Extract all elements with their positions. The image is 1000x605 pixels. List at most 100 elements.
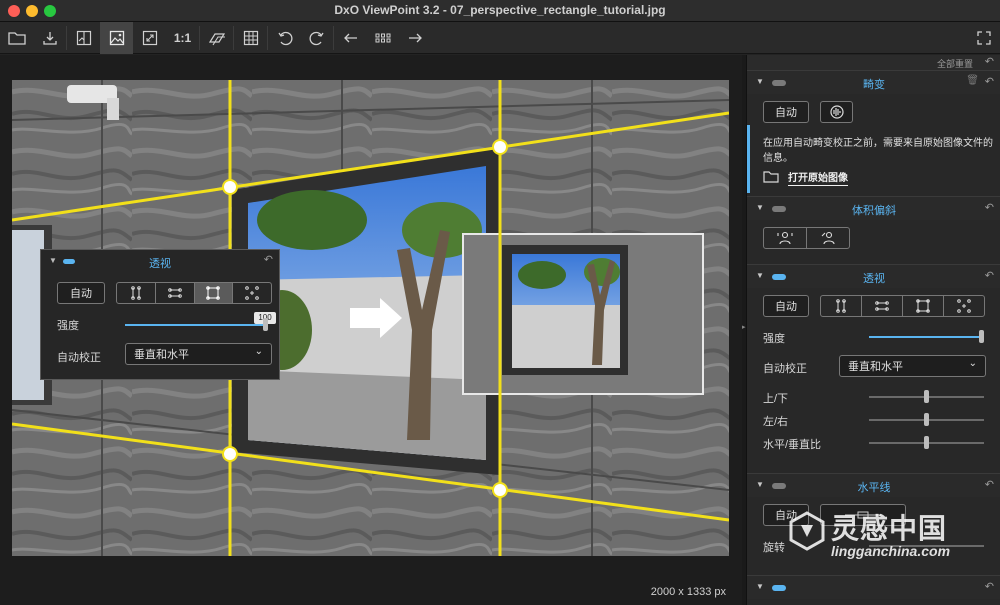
vertical-lines-icon <box>131 286 141 300</box>
waveform-icon <box>829 105 844 119</box>
left-right-knob[interactable] <box>924 413 929 426</box>
rectangle-mode-button[interactable] <box>903 296 944 316</box>
reset-all-button[interactable]: 全部重置 <box>937 57 973 70</box>
rectangle-icon <box>206 286 221 300</box>
volume-section-header[interactable]: ▼ 体积偏斜 ↶ <box>747 196 1000 220</box>
rotate-left-button[interactable] <box>268 22 301 54</box>
perspective-mode-selector <box>820 295 985 317</box>
perspective-auto-correct-value: 垂直和水平 <box>848 361 903 373</box>
ratio-label: 水平/垂直比 <box>763 439 822 451</box>
callout-mode-selector <box>116 282 272 304</box>
eight-point-mode-button[interactable] <box>233 283 271 303</box>
perspective-auto-correct-dropdown[interactable]: 垂直和水平 ⌄ <box>839 355 986 377</box>
distortion-auto-button[interactable]: 自动 <box>763 101 809 123</box>
fullscreen-icon <box>976 31 991 45</box>
vertical-lines-icon <box>836 299 846 313</box>
toolbar: 1:1 <box>0 22 1000 54</box>
fit-screen-button[interactable] <box>133 22 166 54</box>
folder-icon <box>763 171 779 183</box>
callout-auto-button[interactable]: 自动 <box>57 282 105 304</box>
export-button[interactable] <box>33 22 66 54</box>
rotate-left-icon <box>277 31 292 46</box>
reset-all-bar: 全部重置 ↶ <box>747 55 1000 70</box>
horizontal-mode-button[interactable] <box>156 283 195 303</box>
grid-button[interactable] <box>234 22 267 54</box>
before-after-button[interactable] <box>200 22 233 54</box>
horizon-section-header[interactable]: ▼ 水平线 ↶ <box>747 473 1000 497</box>
splitter-arrow-icon: ▸ <box>742 324 746 331</box>
distortion-undo-icon[interactable]: ↶ <box>985 75 994 88</box>
watermark: 灵感中国 lingganchina.com <box>787 507 987 567</box>
zoom-one-to-one-button[interactable]: 1:1 <box>166 22 199 54</box>
image-dimensions: 2000 x 1333 px <box>650 586 726 598</box>
fullscreen-button[interactable] <box>967 22 1000 54</box>
distortion-section-header[interactable]: ▼ 畸变 🗑 ↶ <box>747 70 1000 94</box>
volume-undo-icon[interactable]: ↶ <box>985 201 994 214</box>
distortion-title: 畸变 <box>863 79 885 91</box>
info-text-line-2: 信息。 <box>763 153 793 164</box>
perspective-section-header[interactable]: ▼ 透视 ↶ <box>747 264 1000 288</box>
next-section-undo-icon[interactable]: ↶ <box>985 580 994 593</box>
undo-icon: ↶ <box>263 254 273 266</box>
vertical-mode-button[interactable] <box>821 296 862 316</box>
folder-icon <box>7 32 26 45</box>
next-image-button[interactable] <box>398 22 431 54</box>
thumbnails-icon <box>375 33 390 43</box>
grid-icon <box>243 30 258 46</box>
callout-intensity-knob[interactable] <box>263 318 268 331</box>
eight-point-mode-button[interactable] <box>944 296 984 316</box>
trash-icon[interactable]: 🗑 <box>966 75 979 86</box>
rectangle-icon <box>916 299 930 313</box>
volume-mode-selector <box>763 227 850 249</box>
left-right-label: 左/右 <box>763 416 789 428</box>
fit-screen-icon <box>142 30 157 46</box>
volume-body-button[interactable] <box>807 228 849 248</box>
perspective-title: 透视 <box>863 273 885 285</box>
rectangle-mode-button[interactable] <box>194 283 234 303</box>
horizontal-lines-icon <box>167 288 182 298</box>
ratio-knob[interactable] <box>924 436 929 449</box>
eight-points-icon <box>957 299 971 313</box>
previous-icon <box>343 33 357 43</box>
chevron-down-icon: ⌄ <box>968 358 977 369</box>
callout-auto-correct-value: 垂直和水平 <box>134 349 189 361</box>
vertical-mode-button[interactable] <box>117 283 156 303</box>
eight-points-icon <box>245 286 259 300</box>
info-text-line-1: 在应用自动畸变校正之前，需要来自原始图像文件的 <box>763 138 993 149</box>
perspective-auto-button[interactable]: 自动 <box>763 295 809 317</box>
export-icon <box>42 32 57 45</box>
perspective-undo-icon[interactable]: ↶ <box>985 269 994 282</box>
horizontal-lines-icon <box>875 301 889 311</box>
reset-all-undo-icon[interactable]: ↶ <box>985 55 994 68</box>
chevron-down-icon: ⌄ <box>254 346 263 357</box>
open-original-link[interactable]: 打开原始图像 <box>788 169 848 186</box>
callout-auto-correct-dropdown[interactable]: 垂直和水平 ⌄ <box>125 343 272 365</box>
horizon-undo-icon[interactable]: ↶ <box>985 478 994 491</box>
distortion-info-text: 在应用自动畸变校正之前，需要来自原始图像文件的 信息。 <box>763 136 995 166</box>
previous-image-button[interactable] <box>334 22 367 54</box>
rotate-right-button[interactable] <box>300 22 333 54</box>
up-down-knob[interactable] <box>924 390 929 403</box>
perspective-intensity-fill <box>869 336 984 338</box>
image-view-button[interactable] <box>100 22 133 54</box>
next-section-header[interactable]: ▼ ↶ <box>747 575 1000 599</box>
distortion-profile-button[interactable] <box>820 101 853 123</box>
callout-auto-correct-label: 自动校正 <box>57 352 101 364</box>
watermark-en: lingganchina.com <box>831 543 951 559</box>
image-view-icon <box>109 30 124 46</box>
horizon-title: 水平线 <box>857 482 891 494</box>
callout-header: ▼ 透视 ↶ <box>41 250 279 272</box>
person-icon <box>777 231 793 245</box>
rotate-right-icon <box>309 31 324 46</box>
rotation-label: 旋转 <box>763 542 785 554</box>
volume-portrait-button[interactable] <box>764 228 807 248</box>
perspective-intensity-knob[interactable] <box>979 330 984 343</box>
compare-view-button[interactable] <box>67 22 100 54</box>
horizontal-mode-button[interactable] <box>862 296 903 316</box>
open-folder-button[interactable] <box>0 22 33 54</box>
image-canvas[interactable]: 2000 x 1333 px ▼ 透视 ↶ 自动 强度 100 自动校正 <box>0 55 742 605</box>
next-section-toggle[interactable] <box>772 585 786 591</box>
collapse-triangle-icon: ▼ <box>756 582 764 591</box>
thumbnails-button[interactable] <box>366 22 399 54</box>
perspective-callout-panel: ▼ 透视 ↶ 自动 强度 100 自动校正 垂直和水平 ⌄ <box>40 249 280 380</box>
